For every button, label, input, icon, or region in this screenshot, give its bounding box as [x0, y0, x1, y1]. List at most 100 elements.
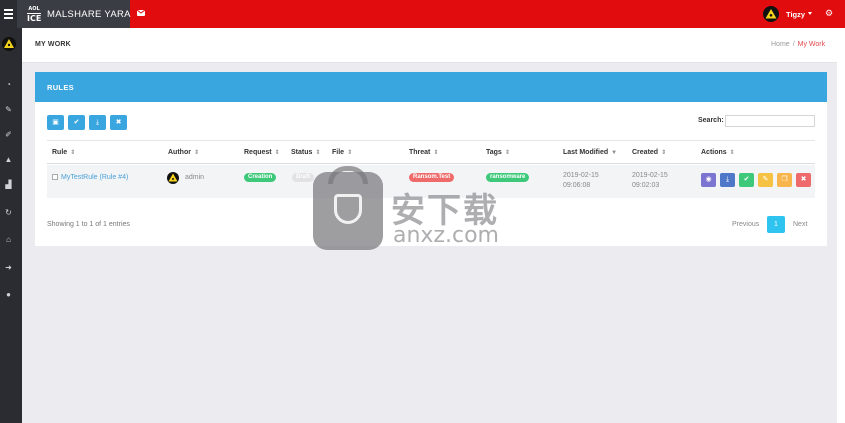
brand-logo: AOL ICE: [27, 6, 42, 23]
download-selected-button[interactable]: ⤓: [89, 115, 106, 130]
tag-badge: ransomware: [486, 173, 530, 182]
breadcrumb-home[interactable]: Home: [771, 41, 790, 48]
column-header-label: Actions: [701, 149, 727, 156]
column-header-label: Rule: [52, 149, 68, 156]
pencil-icon: ✎: [762, 176, 769, 183]
globe-icon[interactable]: ●: [4, 290, 13, 299]
user-avatar[interactable]: [763, 6, 779, 22]
column-header-label: Status: [291, 149, 313, 156]
column-header-actions[interactable]: Actions ⇕: [701, 149, 735, 156]
envelope-icon[interactable]: [137, 10, 145, 16]
created-date: 2019-02-15: [632, 172, 668, 179]
row-checkbox[interactable]: [52, 174, 58, 180]
column-header-request[interactable]: Request ⇕: [244, 149, 280, 156]
app-title: MALSHARE YARA: [47, 9, 131, 20]
watermark-url: anxz.com: [393, 223, 499, 248]
brand[interactable]: AOL ICE MALSHARE YARA: [17, 0, 130, 28]
sort-icon: ⇕: [661, 150, 667, 156]
flask-icon[interactable]: ▲: [4, 155, 13, 164]
column-header-label: Threat: [409, 149, 431, 156]
column-header-label: Tags: [486, 149, 502, 156]
download-button[interactable]: ⤓: [720, 173, 735, 187]
status-badge: Draft: [292, 173, 315, 182]
pagination-page[interactable]: 1: [767, 216, 785, 233]
download-icon: ⤓: [725, 176, 730, 183]
card-title: RULES: [47, 83, 74, 92]
column-header-rule[interactable]: Rule ⇕: [52, 149, 75, 156]
delete-selected-button[interactable]: ✖: [110, 115, 127, 130]
column-header-label: Author: [168, 149, 191, 156]
sort-icon: ⇕: [70, 150, 76, 156]
user-name[interactable]: Tigzy: [786, 10, 805, 19]
arrow-right-icon[interactable]: ➜: [4, 263, 13, 272]
copy-button[interactable]: ❐: [777, 173, 792, 187]
author-name: admin: [185, 174, 205, 181]
sort-icon: ⇕: [729, 150, 735, 156]
delete-button[interactable]: ✖: [796, 173, 811, 187]
delete-icon: ✖: [115, 119, 122, 126]
bank-icon[interactable]: ⌂: [4, 235, 13, 244]
sort-icon: ⇕: [504, 150, 510, 156]
sort-icon: ⇕: [315, 150, 321, 156]
table-header: Rule ⇕ Author ⇕ Request ⇕ Status ⇕ File ⇕ Thr…: [47, 140, 815, 164]
sort-icon: ⇕: [433, 150, 439, 156]
breadcrumb-separator: /: [792, 41, 795, 48]
select-all-icon: ▣: [52, 119, 59, 126]
trash-icon: ✖: [800, 176, 807, 183]
pagination-previous[interactable]: Previous: [732, 221, 759, 228]
bar-chart-icon[interactable]: ▟: [4, 180, 13, 189]
search-input[interactable]: [725, 115, 815, 127]
sidebar: ◔ ✎ ✐ ▲ ▟ ↻ ⌂ ➜ ●: [0, 28, 22, 423]
card-header: RULES: [35, 72, 827, 102]
chevron-down-icon[interactable]: [808, 12, 812, 15]
entries-info: Showing 1 to 1 of 1 entries: [47, 221, 130, 228]
check-icon: ✔: [73, 119, 80, 126]
select-all-button[interactable]: ▣: [47, 115, 64, 130]
column-header-last-modified[interactable]: Last Modified ▼: [563, 149, 617, 156]
breadcrumb-current: My Work: [797, 41, 826, 48]
download-icon: ⤓: [95, 119, 100, 126]
rule-link[interactable]: MyTestRule (Rule #4): [61, 174, 128, 181]
sidebar-logo[interactable]: [2, 37, 16, 51]
approve-selected-button[interactable]: ✔: [68, 115, 85, 130]
sort-icon: ⇕: [193, 150, 199, 156]
edit-icon[interactable]: ✐: [4, 130, 13, 139]
threat-badge: Ransom.Test: [409, 173, 455, 182]
last-modified-time: 09:06:08: [563, 182, 591, 189]
gear-icon[interactable]: ⚙: [825, 9, 833, 18]
pencil-icon[interactable]: ✎: [4, 105, 13, 114]
column-header-threat[interactable]: Threat ⇕: [409, 149, 438, 156]
view-button[interactable]: ◉: [701, 173, 716, 187]
dashboard-icon[interactable]: ◔: [4, 80, 13, 89]
pagination-next[interactable]: Next: [793, 221, 807, 228]
sort-icon: ⇕: [274, 150, 280, 156]
page-title: MY WORK: [35, 41, 71, 48]
approve-button[interactable]: ✔: [739, 173, 754, 187]
refresh-icon[interactable]: ↻: [4, 208, 13, 217]
brand-logo-bottom: ICE: [27, 13, 42, 23]
created-time: 09:02:03: [632, 182, 660, 189]
hamburger-line: [4, 13, 13, 15]
breadcrumb: Home / My Work: [771, 41, 825, 48]
hamburger-menu-button[interactable]: [0, 0, 17, 28]
column-header-label: Request: [244, 149, 272, 156]
column-header-status[interactable]: Status ⇕: [291, 149, 320, 156]
request-badge: Creation: [244, 173, 277, 182]
hamburger-icon: [4, 9, 13, 11]
hamburger-line: [4, 17, 13, 19]
author-avatar: [167, 172, 179, 184]
column-header-author[interactable]: Author ⇕: [168, 149, 199, 156]
copy-icon: ❐: [781, 176, 788, 183]
column-header-label: File: [332, 149, 345, 156]
column-header-file[interactable]: File ⇕: [332, 149, 352, 156]
column-header-tags[interactable]: Tags ⇕: [486, 149, 510, 156]
column-header-created[interactable]: Created ⇕: [632, 149, 666, 156]
brand-logo-top: AOL: [28, 6, 40, 12]
sort-desc-icon: ▼: [611, 150, 618, 156]
search-label: Search:: [698, 117, 724, 124]
edit-button[interactable]: ✎: [758, 173, 773, 187]
page-header: [22, 28, 837, 63]
scroll-gutter: [837, 28, 845, 423]
watermark-shield-icon: [313, 172, 383, 250]
watermark-shield-inner: [334, 194, 362, 224]
